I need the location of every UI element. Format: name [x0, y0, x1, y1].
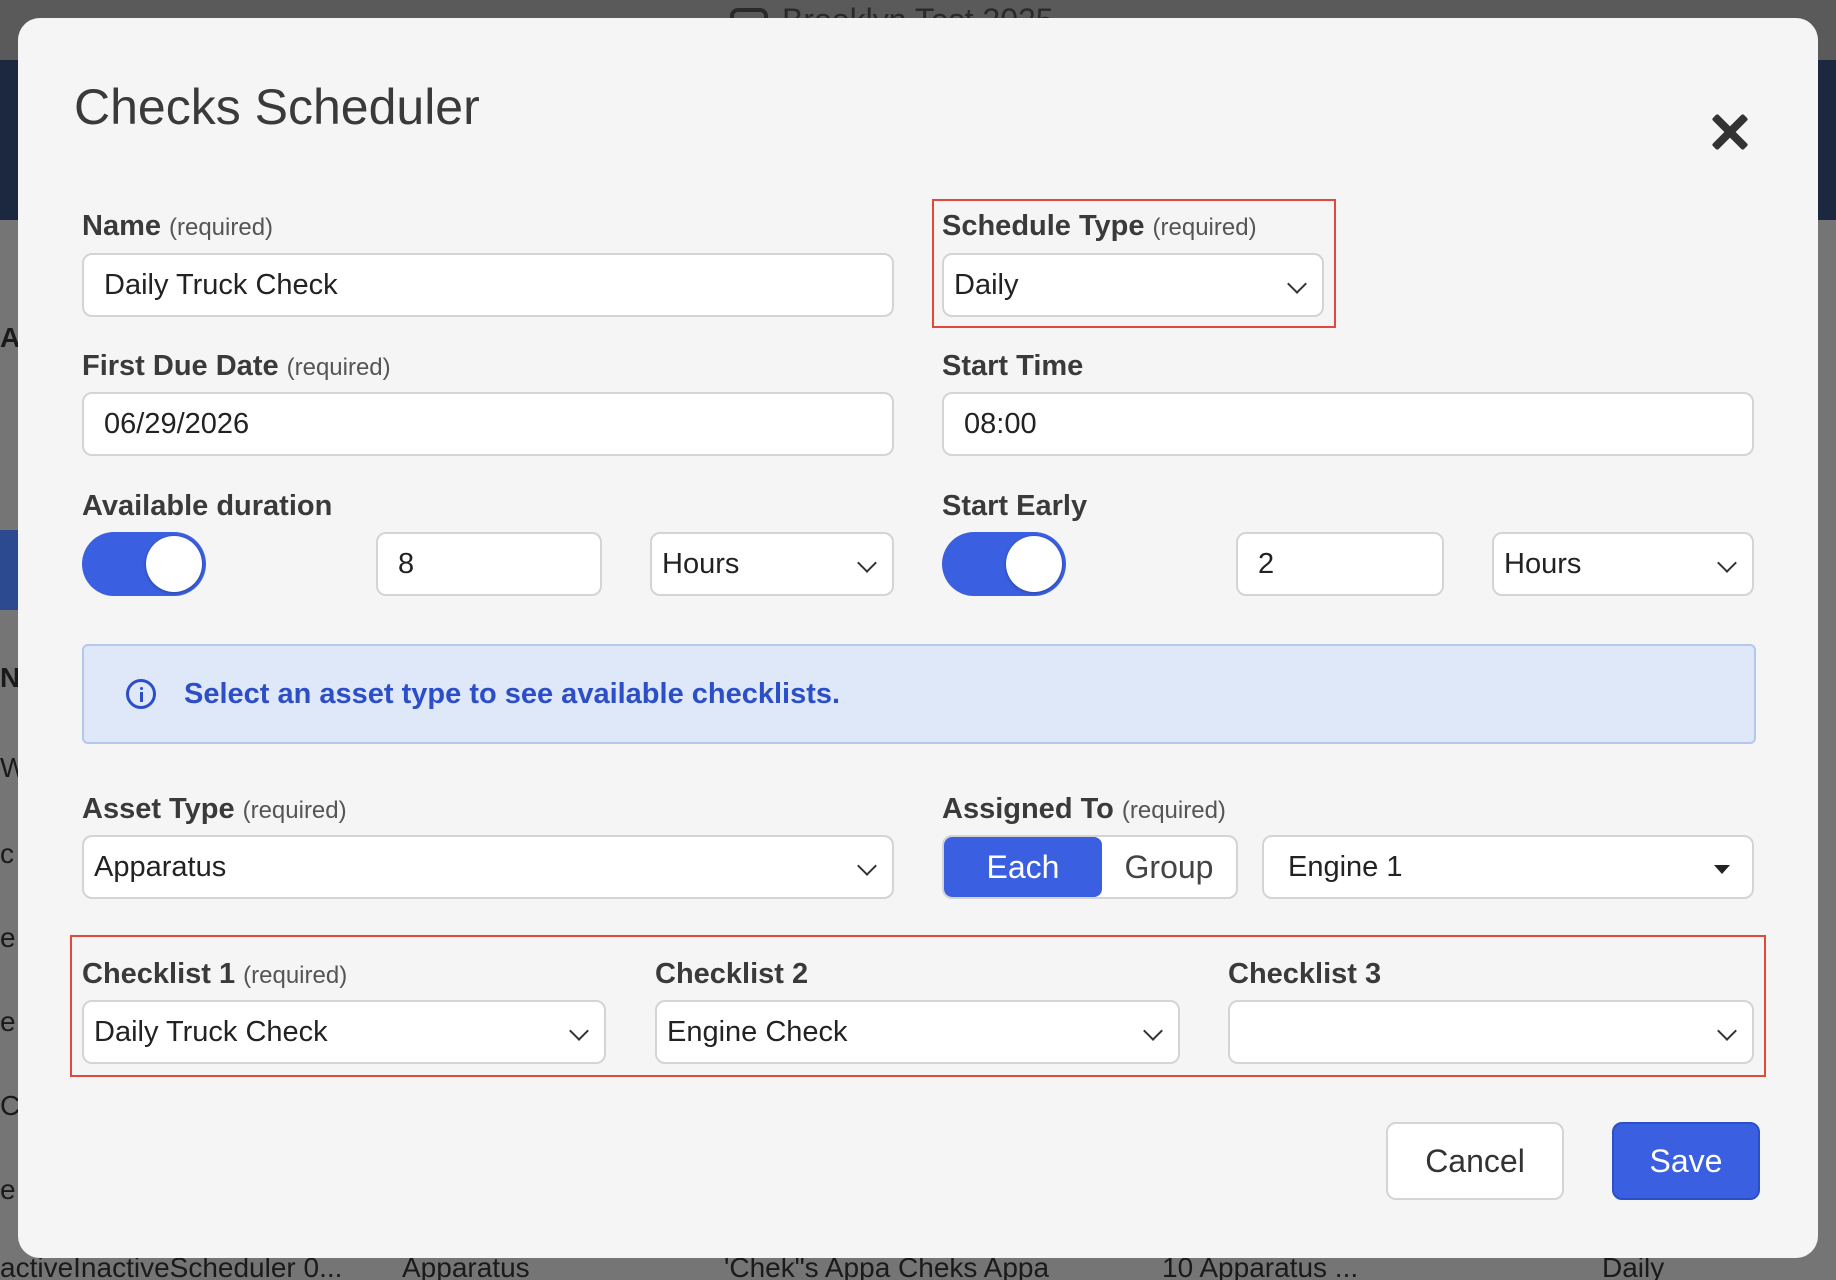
assigned-to-label: Assigned To (required) — [942, 793, 1226, 826]
first-due-date-label-text: First Due Date — [82, 350, 279, 382]
start-early-label-text: Start Early — [942, 490, 1088, 522]
available-duration-label-text: Available duration — [82, 490, 333, 522]
checklist2-label-text: Checklist 2 — [655, 958, 809, 990]
chevron-down-icon — [857, 856, 877, 876]
first-due-date-value: 06/29/2026 — [104, 407, 250, 440]
save-button[interactable]: Save — [1612, 1122, 1760, 1200]
chevron-down-icon — [1287, 274, 1307, 294]
chevron-down-icon — [1717, 553, 1737, 573]
start-early-label: Start Early — [942, 490, 1087, 523]
chevron-down-icon — [857, 553, 877, 573]
available-duration-label: Available duration — [82, 490, 332, 523]
start-time-input[interactable]: 08:00 — [942, 392, 1754, 456]
chevron-down-icon — [1143, 1021, 1163, 1041]
required-hint: (required) — [242, 797, 347, 824]
background-side-text: e — [0, 1006, 16, 1037]
first-due-date-label: First Due Date (required) — [82, 350, 391, 383]
required-hint: (required) — [243, 962, 348, 989]
checklist2-select[interactable]: Engine Check — [655, 1000, 1180, 1064]
start-early-amount-input[interactable]: 2 — [1236, 532, 1444, 596]
first-due-date-input[interactable]: 06/29/2026 — [82, 392, 894, 456]
start-early-unit: Hours — [1504, 547, 1582, 580]
required-hint: (required) — [286, 354, 391, 381]
assigned-to-value: Engine 1 — [1288, 850, 1403, 883]
checklist3-label: Checklist 3 — [1228, 958, 1381, 991]
modal-title: Checks Scheduler — [74, 79, 480, 135]
checklist1-value: Daily Truck Check — [94, 1015, 328, 1048]
required-hint: (required) — [1121, 797, 1226, 824]
checklist2-value: Engine Check — [667, 1015, 848, 1048]
background-side-text: e — [0, 1174, 16, 1205]
chevron-down-icon — [1717, 1021, 1737, 1041]
assigned-to-select[interactable]: Engine 1 — [1262, 835, 1754, 899]
checklist2-label: Checklist 2 — [655, 958, 808, 991]
close-icon[interactable] — [1708, 110, 1752, 154]
schedule-type-value: Daily — [954, 268, 1019, 301]
info-icon — [126, 679, 156, 709]
available-duration-toggle[interactable] — [82, 532, 206, 596]
required-hint: (required) — [169, 214, 274, 241]
start-early-amount: 2 — [1258, 547, 1275, 580]
name-label-text: Name — [82, 210, 161, 242]
asset-type-select[interactable]: Apparatus — [82, 835, 894, 899]
asset-type-value: Apparatus — [94, 850, 227, 883]
checklist3-label-text: Checklist 3 — [1228, 958, 1382, 990]
background-add-button — [0, 530, 18, 610]
required-hint: (required) — [1152, 214, 1257, 241]
schedule-type-label: Schedule Type (required) — [942, 210, 1257, 243]
assigned-to-segmented-control: Each Group — [942, 835, 1238, 899]
toggle-knob — [1006, 536, 1062, 592]
asset-type-label: Asset Type (required) — [82, 793, 347, 826]
segment-each[interactable]: Each — [944, 837, 1102, 897]
available-duration-amount-input[interactable]: 8 — [376, 532, 602, 596]
start-time-label: Start Time — [942, 350, 1083, 383]
background-side-text: e — [0, 922, 16, 953]
cancel-button[interactable]: Cancel — [1386, 1122, 1564, 1200]
available-duration-unit: Hours — [662, 547, 740, 580]
checklist1-select[interactable]: Daily Truck Check — [82, 1000, 606, 1064]
schedule-type-label-text: Schedule Type — [942, 210, 1145, 242]
info-alert: Select an asset type to see available ch… — [82, 644, 1756, 744]
segment-group[interactable]: Group — [1102, 837, 1236, 897]
background-side-text: c — [0, 838, 14, 869]
checklist1-label-text: Checklist 1 — [82, 958, 236, 990]
chevron-down-icon — [569, 1021, 589, 1041]
name-label: Name (required) — [82, 210, 273, 243]
name-value: Daily Truck Check — [104, 268, 338, 301]
start-early-unit-select[interactable]: Hours — [1492, 532, 1754, 596]
checklist1-label: Checklist 1 (required) — [82, 958, 347, 991]
available-duration-unit-select[interactable]: Hours — [650, 532, 894, 596]
name-input[interactable]: Daily Truck Check — [82, 253, 894, 317]
caret-down-icon — [1714, 865, 1730, 874]
toggle-knob — [146, 536, 202, 592]
start-time-label-text: Start Time — [942, 350, 1084, 382]
start-time-value: 08:00 — [964, 407, 1037, 440]
checks-scheduler-modal: Checks Scheduler Name (required) Daily Tr… — [18, 18, 1818, 1258]
checklist3-select[interactable] — [1228, 1000, 1754, 1064]
start-early-toggle[interactable] — [942, 532, 1066, 596]
asset-type-label-text: Asset Type — [82, 793, 235, 825]
assigned-to-label-text: Assigned To — [942, 793, 1114, 825]
schedule-type-select[interactable]: Daily — [942, 253, 1324, 317]
info-alert-text: Select an asset type to see available ch… — [184, 677, 841, 710]
available-duration-amount: 8 — [398, 547, 415, 580]
